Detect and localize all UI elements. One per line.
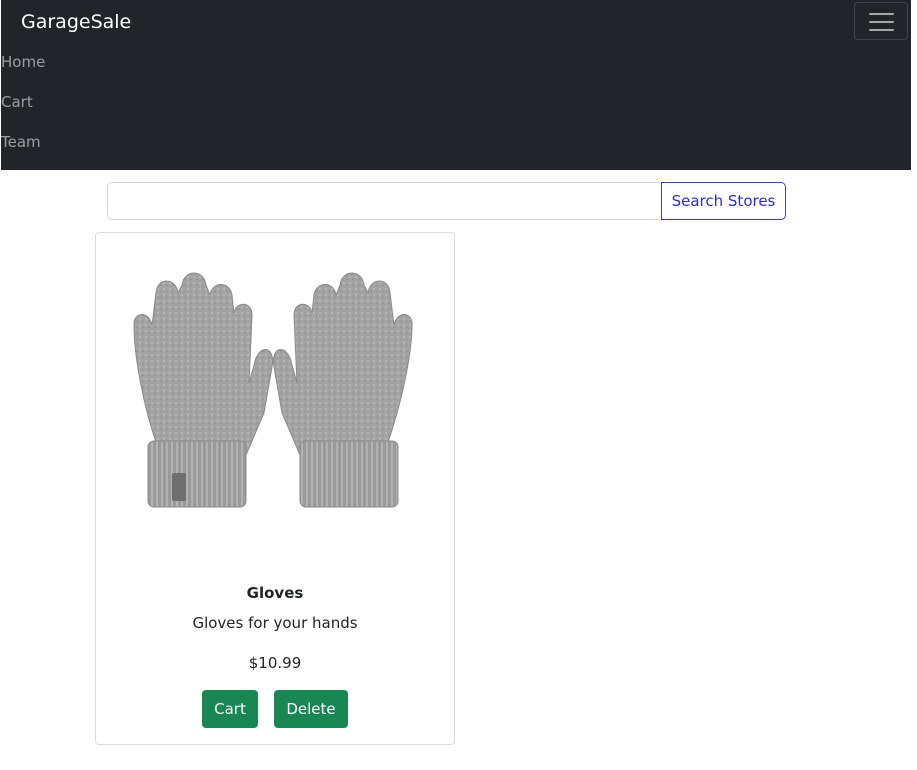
gloves-image [133, 272, 413, 508]
hamburger-menu-icon-bar [869, 21, 894, 23]
hamburger-menu-icon-bar [869, 29, 894, 31]
left-glove [133, 272, 274, 508]
nav-link-cart[interactable]: Cart [1, 92, 33, 112]
nav-link-home[interactable]: Home [1, 52, 45, 72]
product-title: Gloves [246, 584, 304, 602]
navbar: GarageSale Home Cart Team [1, 0, 911, 170]
right-glove [272, 272, 413, 508]
product-price: $10.99 [248, 654, 302, 672]
add-to-cart-button[interactable]: Cart [202, 690, 258, 728]
search-stores-button[interactable]: Search Stores [661, 182, 786, 220]
hamburger-menu-icon [869, 13, 894, 15]
search-input[interactable] [107, 182, 662, 220]
product-description: Gloves for your hands [192, 614, 358, 632]
nav-link-team[interactable]: Team [1, 132, 41, 152]
brand-link[interactable]: GarageSale [21, 9, 131, 35]
navbar-toggler-button[interactable] [854, 2, 908, 40]
product-card: Gloves Gloves for your hands $10.99 Cart… [95, 232, 455, 745]
delete-product-button[interactable]: Delete [274, 690, 348, 728]
